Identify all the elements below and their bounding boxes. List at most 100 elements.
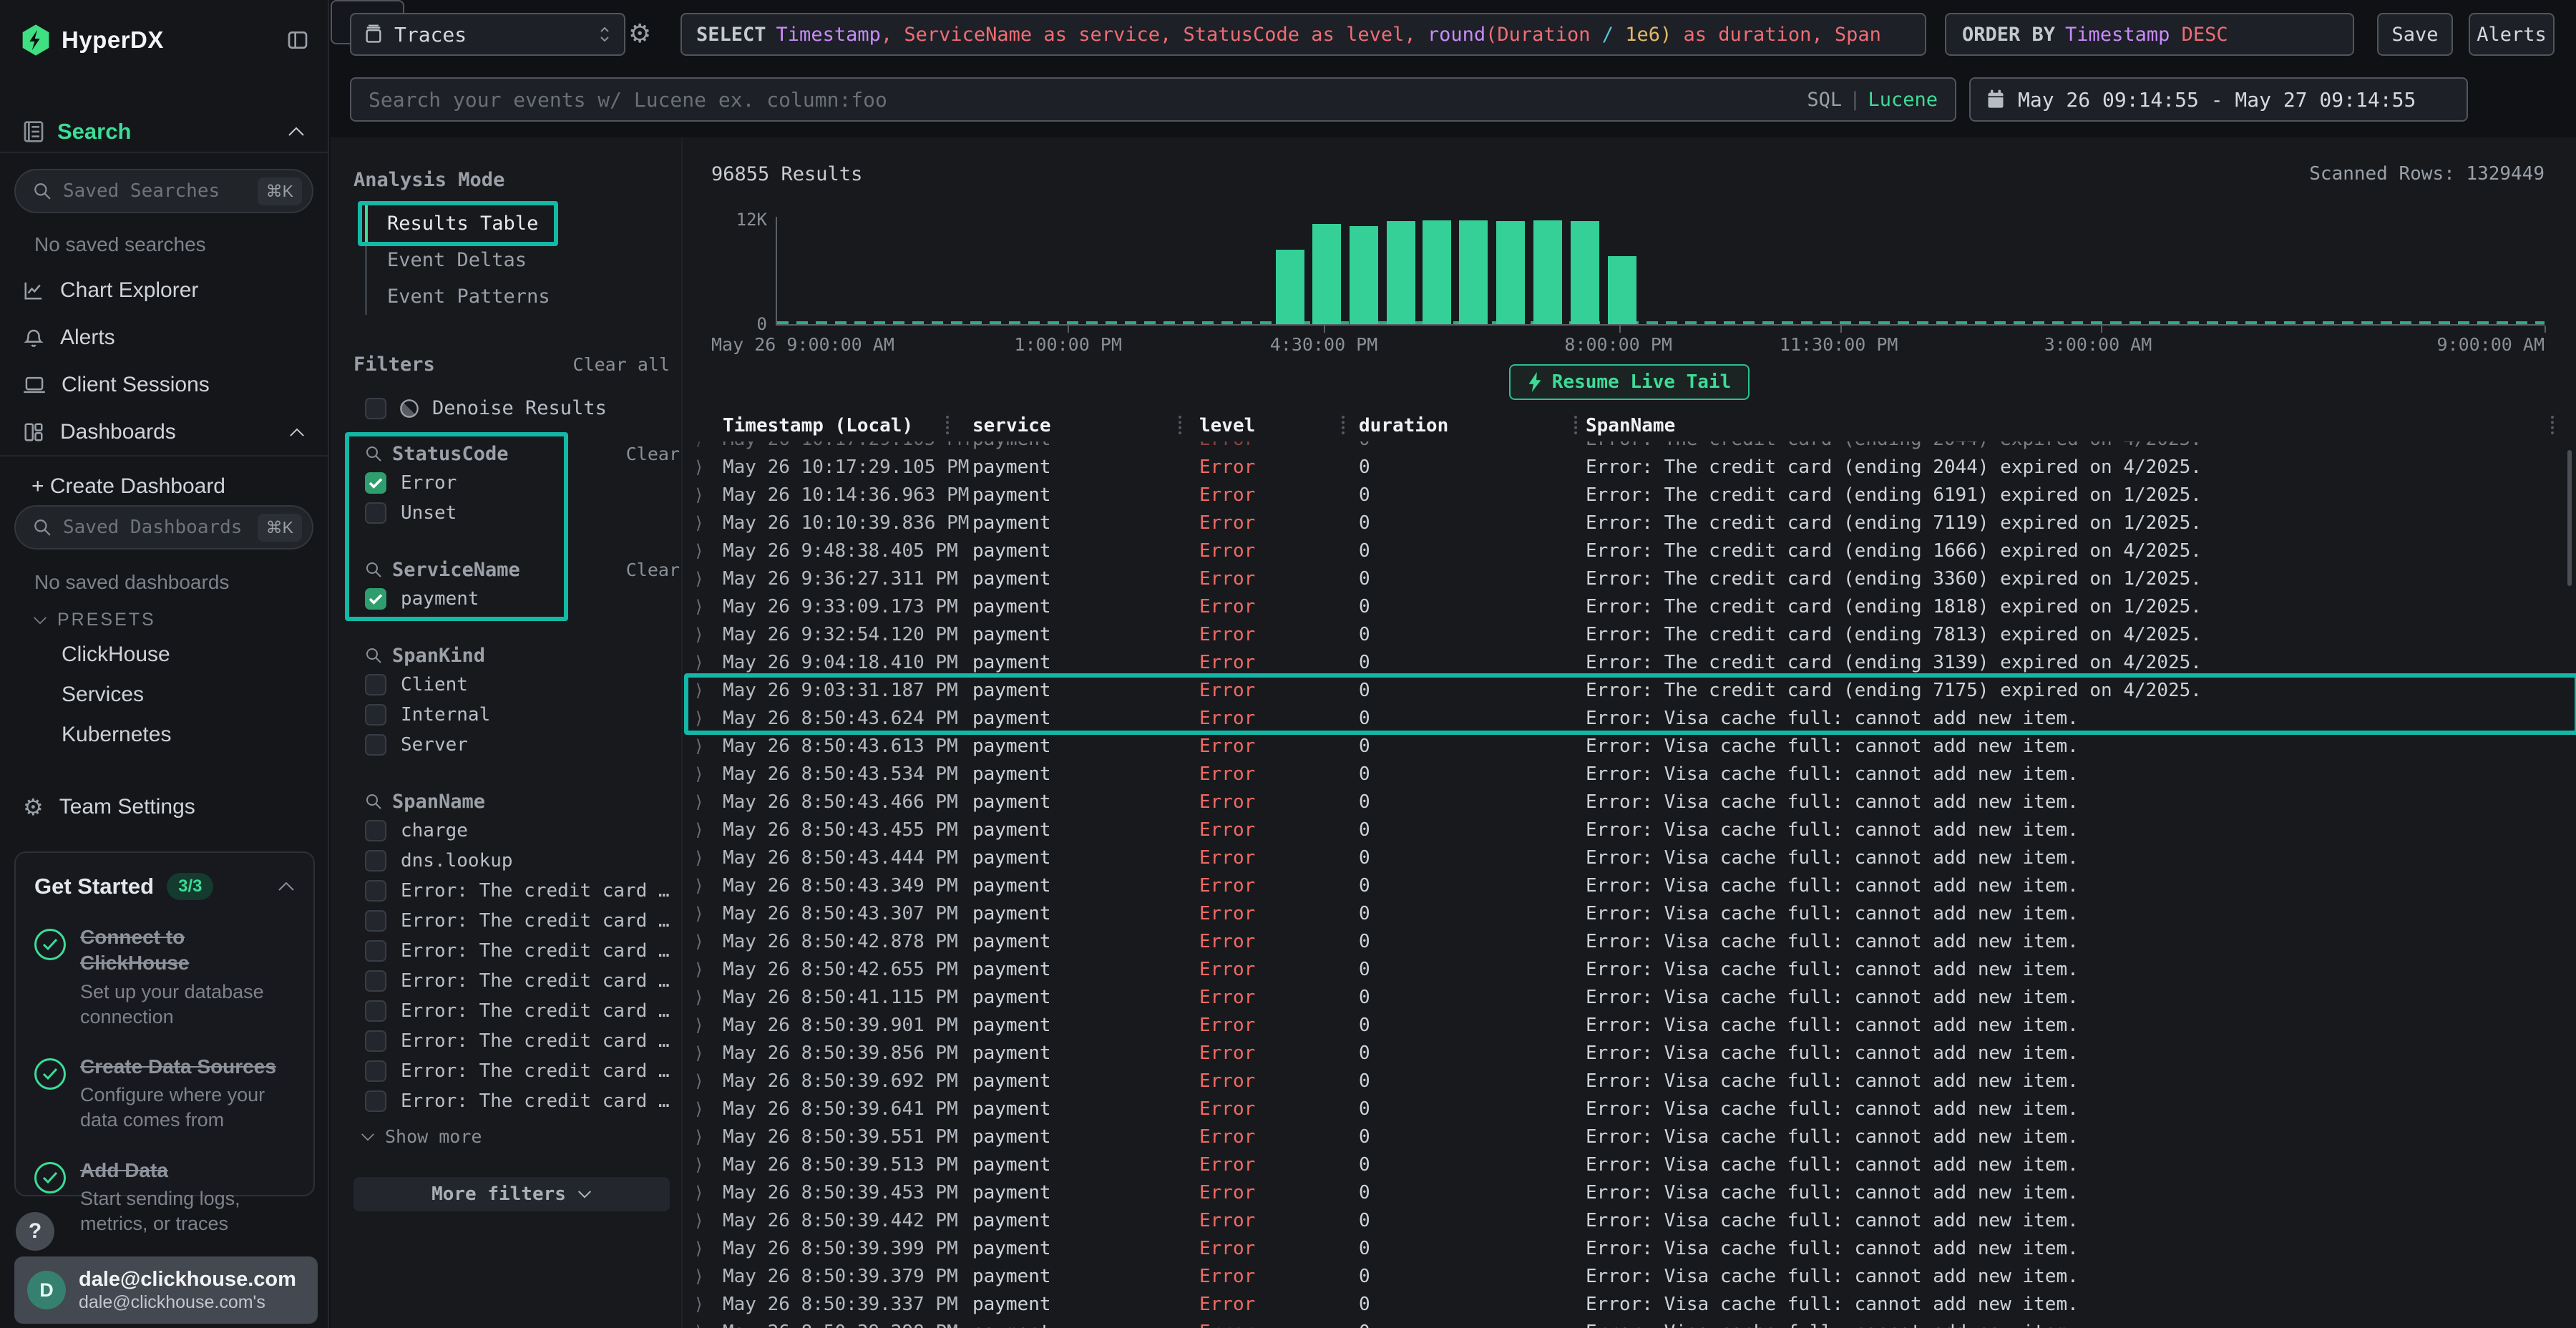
column-resize-handle[interactable] <box>1574 416 1577 434</box>
expand-row-icon[interactable]: ⟩ <box>687 1239 723 1259</box>
more-filters-button[interactable]: More filters <box>353 1177 670 1211</box>
sidebar-item-services[interactable]: Services <box>62 683 144 707</box>
filter-option[interactable]: Error: The credit card … <box>365 1056 674 1086</box>
sidebar-item-search[interactable]: Search <box>0 113 328 150</box>
filter-option[interactable]: Error: The credit card … <box>365 966 674 996</box>
table-row[interactable]: ⟩May 26 8:50:43.534 PMpaymentError0Error… <box>687 760 2576 788</box>
table-row[interactable]: ⟩May 26 8:50:39.692 PMpaymentError0Error… <box>687 1067 2576 1095</box>
expand-row-icon[interactable]: ⟩ <box>687 848 723 868</box>
expand-row-icon[interactable]: ⟩ <box>687 1099 723 1119</box>
histogram-bar[interactable] <box>1571 221 1599 324</box>
filter-option[interactable]: Error <box>365 468 560 498</box>
table-row[interactable]: ⟩May 26 8:50:43.624 PMpaymentError0Error… <box>687 704 2576 732</box>
column-resize-handle[interactable] <box>946 416 949 434</box>
table-row[interactable]: ⟩May 26 10:14:36.963 PMpaymentError0Erro… <box>687 481 2576 509</box>
histogram-bar[interactable] <box>1312 224 1341 324</box>
table-row[interactable]: ⟩May 26 9:04:18.410 PMpaymentError0Error… <box>687 648 2576 676</box>
filter-option[interactable]: Error: The credit card … <box>365 936 674 966</box>
table-row[interactable]: ⟩May 26 8:50:43.307 PMpaymentError0Error… <box>687 899 2576 927</box>
table-row[interactable]: ⟩May 26 8:50:39.298 PMpaymentError0Error… <box>687 1318 2576 1328</box>
expand-row-icon[interactable]: ⟩ <box>687 708 723 728</box>
table-row[interactable]: ⟩May 26 10:17:29.105 PMpaymentError0Erro… <box>687 441 2576 453</box>
table-row[interactable]: ⟩May 26 8:50:39.442 PMpaymentError0Error… <box>687 1206 2576 1234</box>
analysis-mode-results-table[interactable]: Results Table <box>365 205 551 242</box>
table-row[interactable]: ⟩May 26 9:32:54.120 PMpaymentError0Error… <box>687 620 2576 648</box>
table-row[interactable]: ⟩May 26 8:50:39.399 PMpaymentError0Error… <box>687 1234 2576 1262</box>
table-row[interactable]: ⟩May 26 8:50:39.453 PMpaymentError0Error… <box>687 1178 2576 1206</box>
help-button[interactable]: ? <box>16 1212 54 1251</box>
denoise-results-toggle[interactable]: Denoise Results <box>365 397 674 419</box>
filter-checkbox[interactable] <box>365 970 386 992</box>
expand-row-icon[interactable]: ⟩ <box>687 541 723 561</box>
events-histogram[interactable]: 12K 0 <box>711 217 2545 326</box>
expand-row-icon[interactable]: ⟩ <box>687 876 723 896</box>
filter-checkbox[interactable] <box>365 502 386 524</box>
date-range-picker[interactable]: May 26 09:14:55 - May 27 09:14:55 <box>1969 77 2468 122</box>
table-scrollbar[interactable] <box>2567 450 2572 586</box>
expand-row-icon[interactable]: ⟩ <box>687 680 723 700</box>
expand-row-icon[interactable]: ⟩ <box>687 569 723 589</box>
saved-dashboards-input[interactable]: Saved Dashboards ⌘K <box>14 505 313 550</box>
column-resize-handle[interactable] <box>1342 416 1345 434</box>
expand-row-icon[interactable]: ⟩ <box>687 792 723 812</box>
resume-live-tail-button[interactable]: Resume Live Tail <box>1509 364 1750 400</box>
expand-row-icon[interactable]: ⟩ <box>687 1294 723 1314</box>
table-row[interactable]: ⟩May 26 8:50:39.379 PMpaymentError0Error… <box>687 1262 2576 1290</box>
get-started-item[interactable]: Connect to ClickHouseSet up your databas… <box>34 924 295 1030</box>
column-resize-handle[interactable] <box>1179 416 1181 434</box>
table-row[interactable]: ⟩May 26 8:50:43.466 PMpaymentError0Error… <box>687 788 2576 816</box>
filter-checkbox[interactable] <box>365 472 386 494</box>
column-level[interactable]: level <box>1199 415 1359 436</box>
sidebar-collapse-icon[interactable] <box>286 29 309 52</box>
get-started-item[interactable]: Create Data SourcesConfigure where your … <box>34 1054 295 1133</box>
table-row[interactable]: ⟩May 26 8:50:43.455 PMpaymentError0Error… <box>687 816 2576 844</box>
histogram-bar[interactable] <box>1276 250 1304 324</box>
expand-row-icon[interactable]: ⟩ <box>687 1266 723 1286</box>
clear-all-link[interactable]: Clear all <box>573 354 670 375</box>
expand-row-icon[interactable]: ⟩ <box>687 1322 723 1328</box>
expand-row-icon[interactable]: ⟩ <box>687 1155 723 1175</box>
expand-row-icon[interactable]: ⟩ <box>687 904 723 924</box>
lang-toggle-sql[interactable]: SQL <box>1807 89 1842 111</box>
filter-option[interactable]: Error: The credit card … <box>365 906 674 936</box>
filter-checkbox[interactable] <box>365 910 386 932</box>
event-search-input[interactable]: Search your events w/ Lucene ex. column:… <box>350 77 1956 122</box>
analysis-mode-event-deltas[interactable]: Event Deltas <box>365 242 540 278</box>
table-row[interactable]: ⟩May 26 9:48:38.405 PMpaymentError0Error… <box>687 537 2576 565</box>
expand-row-icon[interactable]: ⟩ <box>687 1071 723 1091</box>
expand-row-icon[interactable]: ⟩ <box>687 485 723 505</box>
filter-option[interactable]: dns.lookup <box>365 846 674 876</box>
sidebar-item-client-sessions[interactable]: Client Sessions <box>0 365 328 405</box>
expand-row-icon[interactable]: ⟩ <box>687 1183 723 1203</box>
table-row[interactable]: ⟩May 26 8:50:42.878 PMpaymentError0Error… <box>687 927 2576 955</box>
expand-row-icon[interactable]: ⟩ <box>687 625 723 645</box>
gear-icon[interactable]: ⚙ <box>628 19 651 49</box>
table-row[interactable]: ⟩May 26 8:50:39.513 PMpaymentError0Error… <box>687 1151 2576 1178</box>
expand-row-icon[interactable]: ⟩ <box>687 513 723 533</box>
expand-row-icon[interactable]: ⟩ <box>687 597 723 617</box>
filter-checkbox[interactable] <box>365 820 386 841</box>
expand-row-icon[interactable]: ⟩ <box>687 736 723 756</box>
filter-checkbox[interactable] <box>365 940 386 962</box>
filter-option[interactable]: Unset <box>365 498 560 528</box>
expand-row-icon[interactable]: ⟩ <box>687 457 723 477</box>
filter-checkbox[interactable] <box>365 1060 386 1082</box>
filter-checkbox[interactable] <box>365 1000 386 1022</box>
filter-option[interactable]: Error: The credit card … <box>365 1026 674 1056</box>
clear-filter-link[interactable]: Clear <box>626 444 680 464</box>
table-row[interactable]: ⟩May 26 8:50:43.613 PMpaymentError0Error… <box>687 732 2576 760</box>
presets-toggle[interactable]: PRESETS <box>33 610 156 630</box>
alerts-button[interactable]: Alerts <box>2469 13 2555 56</box>
histogram-bar[interactable] <box>1350 226 1378 325</box>
table-row[interactable]: ⟩May 26 9:36:27.311 PMpaymentError0Error… <box>687 565 2576 592</box>
source-select[interactable]: Traces <box>350 13 625 56</box>
expand-row-icon[interactable]: ⟩ <box>687 1015 723 1035</box>
analysis-mode-event-patterns[interactable]: Event Patterns <box>365 278 563 315</box>
expand-row-icon[interactable]: ⟩ <box>687 1043 723 1063</box>
filter-checkbox[interactable] <box>365 674 386 695</box>
table-row[interactable]: ⟩May 26 8:50:43.444 PMpaymentError0Error… <box>687 844 2576 872</box>
filter-checkbox[interactable] <box>365 734 386 756</box>
clear-filter-link[interactable]: Clear <box>626 560 680 580</box>
column-service[interactable]: service <box>972 415 1199 436</box>
filter-option[interactable]: Client <box>365 670 674 700</box>
